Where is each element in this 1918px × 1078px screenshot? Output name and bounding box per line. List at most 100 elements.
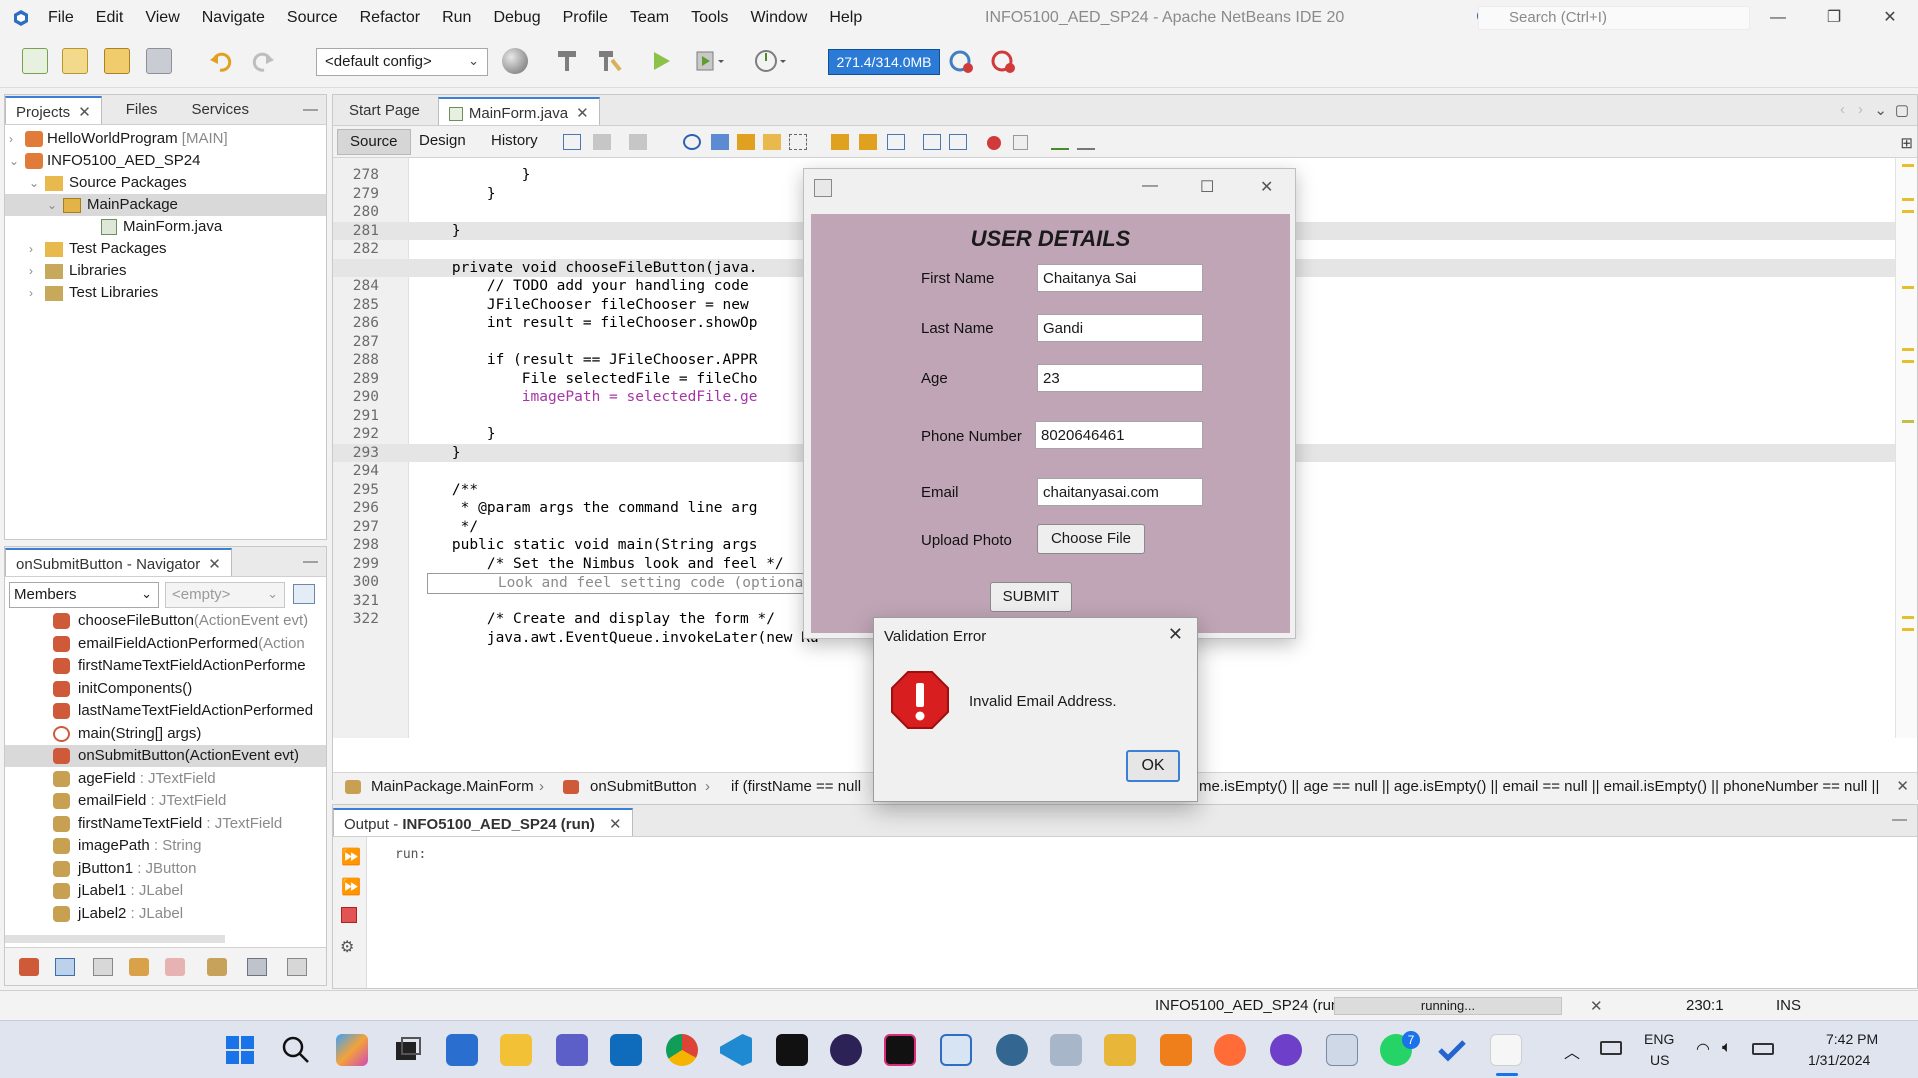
navigator-member[interactable]: main(String[] args) bbox=[5, 723, 326, 745]
navigator-member[interactable]: firstNameTextField : JTextField bbox=[5, 813, 326, 835]
netbeans-icon[interactable] bbox=[940, 1034, 972, 1066]
menu-debug[interactable]: Debug bbox=[493, 9, 540, 27]
tab-files[interactable]: Files bbox=[116, 96, 168, 124]
show-static-icon[interactable] bbox=[93, 958, 113, 976]
navigator-member[interactable]: ageField : JTextField bbox=[5, 768, 326, 790]
age-field[interactable]: 23 bbox=[1037, 364, 1203, 392]
collapsed-arrow-icon[interactable]: › bbox=[9, 128, 25, 150]
navigator-options-icon[interactable] bbox=[293, 584, 315, 604]
tab-start-page[interactable]: Start Page bbox=[339, 97, 430, 125]
git-tool-icon[interactable] bbox=[1104, 1034, 1136, 1066]
tree-item-test-libraries[interactable]: › Test Libraries bbox=[29, 282, 158, 304]
minimize-button[interactable]: — bbox=[1750, 0, 1806, 36]
navigator-member[interactable]: onSubmitButton(ActionEvent evt) bbox=[5, 745, 326, 767]
prev-bookmark-icon[interactable] bbox=[831, 134, 849, 150]
tab-list-icon[interactable]: ⌄ bbox=[1874, 101, 1887, 119]
todo-icon[interactable] bbox=[1436, 1034, 1468, 1066]
restore-button[interactable]: ❐ bbox=[1806, 0, 1862, 36]
split-icon[interactable]: ⊞ bbox=[1900, 134, 1913, 152]
close-icon[interactable]: ✕ bbox=[609, 816, 622, 833]
close-button[interactable]: ✕ bbox=[1862, 0, 1918, 36]
scroll-left-icon[interactable]: ‹ bbox=[1840, 101, 1845, 118]
record-macro-icon[interactable] bbox=[987, 136, 1001, 150]
sort-name-icon[interactable] bbox=[207, 958, 227, 976]
first-name-field[interactable]: Chaitanya Sai bbox=[1037, 264, 1203, 292]
show-fields-icon[interactable] bbox=[55, 958, 75, 976]
eclipse-icon[interactable] bbox=[830, 1034, 862, 1066]
tree-item-mainform[interactable]: MainForm.java bbox=[101, 216, 222, 238]
tab-navigator[interactable]: onSubmitButton - Navigator ✕ bbox=[5, 548, 232, 576]
search-icon[interactable] bbox=[280, 1034, 312, 1066]
menu-refactor[interactable]: Refactor bbox=[360, 9, 420, 27]
mysql-workbench-icon[interactable] bbox=[1326, 1034, 1358, 1066]
clean-build-icon[interactable] bbox=[596, 48, 622, 74]
tree-item-source-packages[interactable]: ⌄ Source Packages bbox=[29, 172, 187, 194]
breadcrumb-class[interactable]: MainPackage.MainForm bbox=[371, 773, 534, 800]
close-icon[interactable]: ✕ bbox=[78, 104, 91, 121]
filter-icon[interactable] bbox=[165, 958, 185, 976]
navigator-member[interactable]: firstNameTextFieldActionPerforme bbox=[5, 655, 326, 677]
collapsed-arrow-icon[interactable]: › bbox=[29, 282, 45, 304]
build-icon[interactable] bbox=[554, 48, 580, 74]
debug-icon[interactable] bbox=[694, 48, 724, 74]
close-icon[interactable]: ✕ bbox=[208, 556, 221, 573]
scroll-right-icon[interactable]: › bbox=[1858, 101, 1863, 118]
navigator-member[interactable]: lastNameTextFieldActionPerformed bbox=[5, 700, 326, 722]
menu-source[interactable]: Source bbox=[287, 9, 338, 27]
minimize-button[interactable]: — bbox=[1142, 177, 1158, 195]
postgres-icon[interactable] bbox=[996, 1034, 1028, 1066]
shift-left-icon[interactable] bbox=[923, 134, 941, 150]
last-name-field[interactable]: Gandi bbox=[1037, 314, 1203, 342]
minimize-panel-icon[interactable]: — bbox=[1892, 811, 1907, 828]
minimize-panel-icon[interactable]: — bbox=[303, 553, 318, 570]
breadcrumb-method[interactable]: onSubmitButton bbox=[590, 773, 697, 800]
navigator-member[interactable]: emailField : JTextField bbox=[5, 790, 326, 812]
menu-view[interactable]: View bbox=[145, 9, 179, 27]
language-eng[interactable]: ENG bbox=[1644, 1031, 1674, 1047]
menu-run[interactable]: Run bbox=[442, 9, 471, 27]
comment-icon[interactable] bbox=[1051, 134, 1069, 150]
inherited-icon[interactable] bbox=[19, 958, 39, 976]
postman-icon[interactable] bbox=[1214, 1034, 1246, 1066]
menu-team[interactable]: Team bbox=[630, 9, 669, 27]
chrome-icon[interactable] bbox=[666, 1034, 698, 1066]
tree-item-test-packages[interactable]: › Test Packages bbox=[29, 238, 167, 260]
toggle-bookmark-icon[interactable] bbox=[887, 134, 905, 150]
teams-icon[interactable] bbox=[556, 1034, 588, 1066]
ok-button[interactable]: OK bbox=[1126, 750, 1180, 782]
uncomment-icon[interactable] bbox=[1077, 134, 1095, 150]
maximize-button[interactable]: ☐ bbox=[1200, 177, 1214, 197]
rerun-icon[interactable]: ⏩ bbox=[341, 847, 361, 867]
start-icon[interactable] bbox=[224, 1034, 256, 1066]
rect-select-icon[interactable] bbox=[789, 134, 807, 150]
next-bookmark-icon[interactable] bbox=[859, 134, 877, 150]
gc-icon[interactable] bbox=[948, 48, 974, 74]
members-filter-select[interactable]: Members ⌄ bbox=[9, 582, 159, 608]
menu-window[interactable]: Window bbox=[750, 9, 807, 27]
copilot-icon[interactable] bbox=[336, 1034, 368, 1066]
expanded-arrow-icon[interactable]: ⌄ bbox=[29, 172, 45, 194]
vscode-icon[interactable] bbox=[720, 1034, 752, 1066]
tree-item-info5100[interactable]: ⌄ INFO5100_AED_SP24 bbox=[9, 150, 200, 172]
source-view-button[interactable]: Source bbox=[337, 129, 411, 155]
menu-file[interactable]: File bbox=[48, 9, 74, 27]
find-icon[interactable] bbox=[683, 134, 701, 150]
maximize-icon[interactable]: ▢ bbox=[1895, 101, 1909, 119]
tree-item-mainpackage[interactable]: ⌄ MainPackage bbox=[5, 194, 326, 216]
tab-services[interactable]: Services bbox=[181, 96, 259, 124]
navigator-member[interactable]: jLabel2 : JLabel bbox=[5, 903, 326, 925]
intellij-icon[interactable] bbox=[884, 1034, 916, 1066]
navigator-member[interactable]: jButton1 : JButton bbox=[5, 858, 326, 880]
stop-macro-icon[interactable] bbox=[1013, 135, 1028, 150]
menu-profile[interactable]: Profile bbox=[563, 9, 608, 27]
globe-icon[interactable] bbox=[502, 48, 528, 74]
file-explorer-icon[interactable] bbox=[500, 1034, 532, 1066]
settings-icon[interactable]: ⚙ bbox=[340, 937, 354, 957]
new-file-icon[interactable] bbox=[22, 48, 48, 74]
store-icon[interactable] bbox=[446, 1034, 478, 1066]
phone-number-field[interactable]: 8020646461 bbox=[1035, 421, 1203, 449]
keyboard-icon[interactable] bbox=[1600, 1041, 1622, 1055]
redo-icon[interactable] bbox=[250, 48, 276, 74]
profile-icon[interactable] bbox=[754, 48, 786, 74]
menu-edit[interactable]: Edit bbox=[96, 9, 124, 27]
